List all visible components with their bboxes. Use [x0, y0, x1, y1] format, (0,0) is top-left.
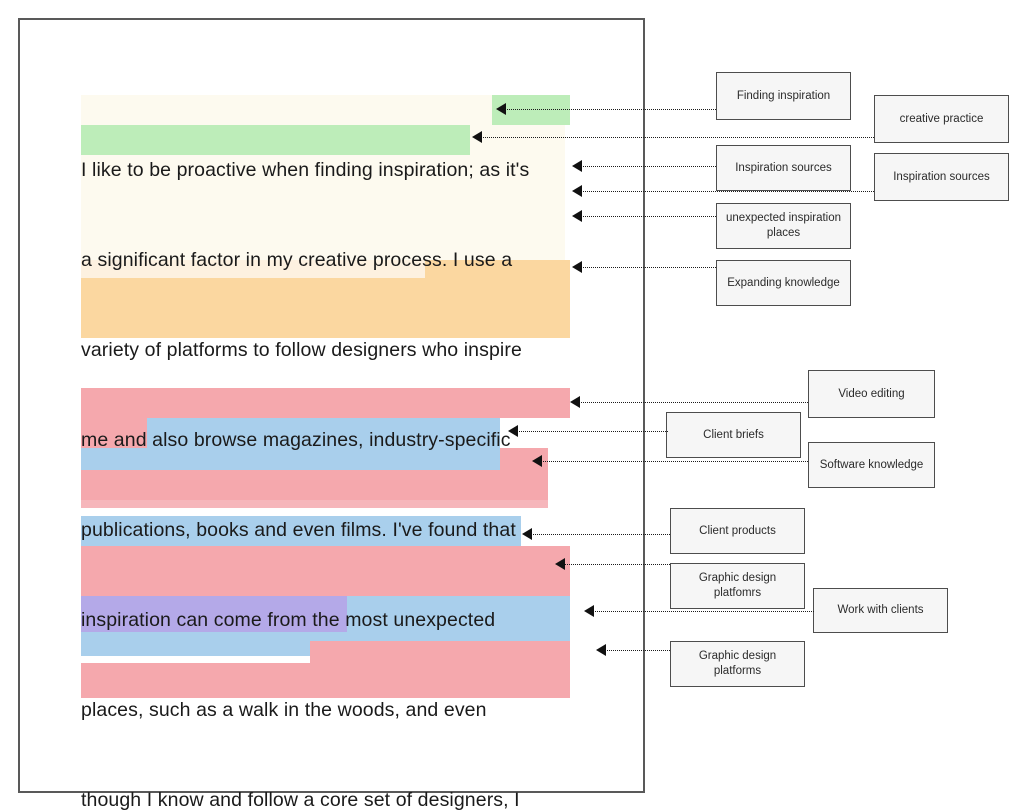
code-box-finding-inspiration[interactable]: Finding inspiration	[716, 72, 851, 120]
code-box-label: unexpected inspiration places	[725, 212, 842, 239]
code-box-video-editing[interactable]: Video editing	[808, 370, 935, 418]
arrowhead-finding-inspiration	[496, 103, 506, 115]
connector-expanding-knowledge	[580, 267, 716, 268]
arrowhead-software-knowledge	[532, 455, 542, 467]
code-box-creative-practice[interactable]: creative practice	[874, 95, 1009, 143]
arrowhead-unexpected-places	[572, 210, 582, 222]
connector-finding-inspiration	[504, 109, 716, 110]
arrowhead-creative-practice	[472, 131, 482, 143]
arrowhead-video-editing	[570, 396, 580, 408]
connector-inspiration-sources-outer	[580, 191, 874, 192]
code-box-client-briefs[interactable]: Client briefs	[666, 412, 801, 458]
code-box-expanding-knowledge[interactable]: Expanding knowledge	[716, 260, 851, 306]
code-box-label: Finding inspiration	[736, 89, 831, 102]
code-box-label: Inspiration sources	[735, 161, 832, 174]
arrowhead-inspiration-sources-outer	[572, 185, 582, 197]
arrowhead-client-products	[522, 528, 532, 540]
code-box-label: Inspiration sources	[893, 170, 990, 183]
code-box-label: Expanding knowledge	[727, 276, 840, 289]
code-box-unexpected-inspiration-places[interactable]: unexpected inspiration places	[716, 203, 851, 249]
connector-work-with-clients	[592, 611, 814, 612]
code-box-label: Graphic design platfomrs	[698, 572, 777, 599]
code-box-label: Work with clients	[837, 604, 924, 616]
arrowhead-client-briefs	[508, 425, 518, 437]
code-box-label: creative practice	[899, 112, 984, 125]
connector-video-editing	[578, 402, 808, 403]
arrowhead-expanding-knowledge	[572, 261, 582, 273]
paragraph-1-text: I like to be proactive when finding insp…	[81, 95, 565, 810]
connector-inspiration-sources-inner	[580, 166, 716, 167]
p1-line-4: me and also browse magazines, industry-s…	[81, 429, 511, 451]
p1-line-2: a significant factor in my creative proc…	[81, 249, 513, 271]
code-box-client-products[interactable]: Client products	[670, 508, 805, 554]
code-box-label: Graphic design platforms	[698, 650, 777, 677]
arrowhead-graphic-design-platforms	[596, 644, 606, 656]
code-box-work-with-clients[interactable]: Work with clients	[813, 588, 948, 633]
code-box-graphic-design-platforms[interactable]: Graphic design platforms	[670, 641, 805, 687]
code-box-label: Video editing	[838, 387, 905, 400]
p1-line-5: publications, books and even films. I've…	[81, 519, 516, 541]
p1-line-8: though I know and follow a core set of d…	[81, 789, 520, 810]
connector-graphic-design-platfomrs	[563, 564, 670, 565]
code-box-software-knowledge[interactable]: Software knowledge	[808, 442, 935, 488]
connector-client-products	[530, 534, 670, 535]
connector-client-briefs	[516, 431, 668, 432]
code-box-label: Client products	[699, 524, 776, 537]
code-box-inspiration-sources-outer[interactable]: Inspiration sources	[874, 153, 1009, 201]
arrowhead-work-with-clients	[584, 605, 594, 617]
p1-line-1: I like to be proactive when finding insp…	[81, 159, 530, 181]
p1-line-3: variety of platforms to follow designers…	[81, 339, 522, 361]
arrowhead-inspiration-sources-inner	[572, 160, 582, 172]
p1-line-6: inspiration can come from the most unexp…	[81, 609, 496, 631]
arrowhead-graphic-design-platfomrs	[555, 558, 565, 570]
code-box-graphic-design-platfomrs[interactable]: Graphic design platfomrs	[670, 563, 805, 609]
code-box-label: Software knowledge	[819, 458, 924, 471]
canvas: I like to be proactive when finding insp…	[0, 0, 1024, 810]
p1-line-7: places, such as a walk in the woods, and…	[81, 699, 487, 721]
connector-graphic-design-platforms	[604, 650, 670, 651]
code-box-label: Client briefs	[703, 428, 764, 441]
code-box-inspiration-sources-inner[interactable]: Inspiration sources	[716, 145, 851, 191]
connector-creative-practice	[480, 137, 874, 138]
connector-software-knowledge	[540, 461, 808, 462]
connector-unexpected-places	[580, 216, 716, 217]
